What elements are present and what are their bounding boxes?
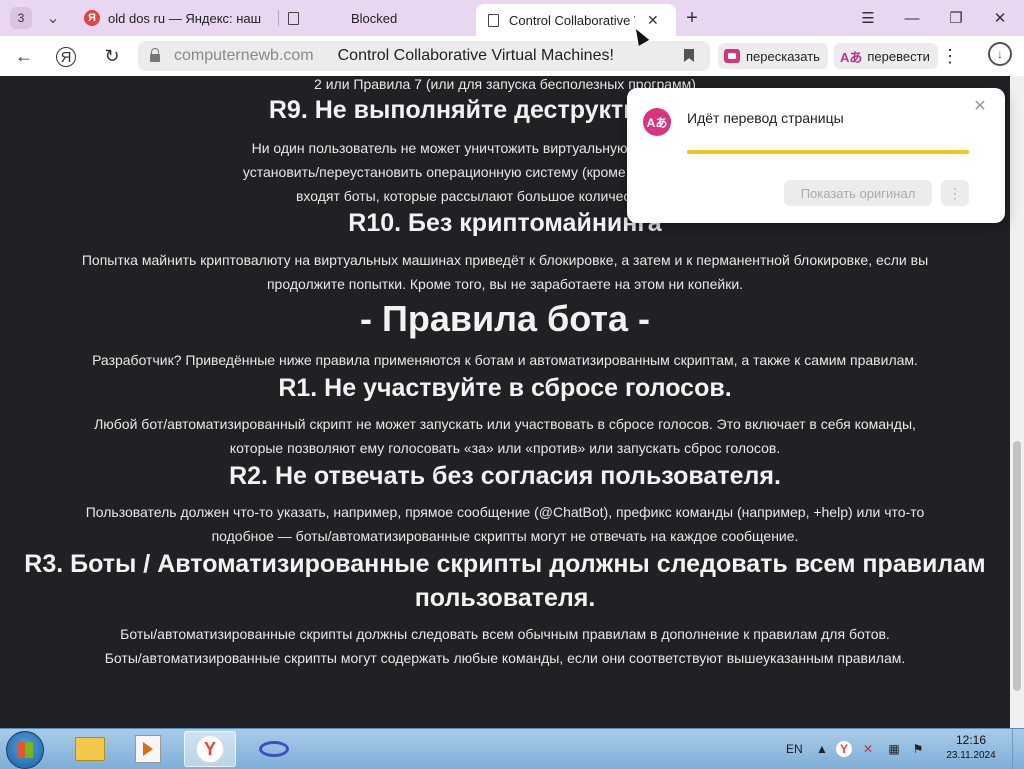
network-icon[interactable]: ▦ — [886, 741, 902, 757]
bookmark-icon[interactable] — [684, 49, 694, 62]
tray-arrow-icon[interactable]: ▲ — [814, 741, 830, 757]
yandex-icon: Я — [84, 10, 100, 26]
paragraph-bot-rules-intro: Разработчик? Приведённые ниже правила пр… — [92, 352, 918, 368]
language-indicator[interactable]: EN — [786, 729, 803, 769]
infinity-app-icon — [259, 741, 289, 757]
yandex-logo-icon[interactable]: Я — [56, 47, 76, 67]
taskbar-media-player[interactable] — [122, 731, 174, 767]
address-bar[interactable]: computernewb.com Control Collaborative V… — [138, 41, 710, 71]
heading-r1: R1. Не участвуйте в сбросе голосов. — [278, 374, 732, 402]
translation-progress-bar — [687, 150, 969, 154]
tab-strip: 3 ⌄ Я old dos ru — Яндекс: наш Blocked C… — [0, 0, 1024, 36]
minimize-button[interactable]: — — [902, 8, 922, 28]
taskbar-yandex-browser[interactable]: Y — [184, 731, 236, 767]
close-window-button[interactable]: ✕ — [990, 8, 1010, 28]
yandex-tray-icon[interactable]: Y — [836, 741, 852, 757]
progress-fill — [687, 150, 969, 154]
paragraph-r10-line2: продолжите попытки. Кроме того, вы не за… — [266, 276, 744, 292]
url-page-title: Control Collaborative Virtual Machines! — [337, 47, 614, 64]
paragraph-r3-line1: Боты/автоматизированные скрипты должны с… — [120, 626, 890, 642]
paragraph-r1-line1: Любой бот/автоматизированный скрипт не м… — [94, 416, 916, 432]
close-icon[interactable]: ✕ — [972, 98, 988, 115]
lock-icon — [150, 48, 160, 62]
start-button[interactable] — [6, 731, 44, 769]
paragraph-r2-line2: подобное — боты/автоматизированные скрип… — [211, 528, 799, 544]
heading-bot-rules: - Правила бота - — [359, 298, 650, 339]
windows-taskbar: Y EN ▲ Y ✕ ▦ ⚑ 12:16 23.11.2024 — [0, 728, 1024, 769]
more-options-icon[interactable]: ⋮ — [938, 44, 962, 68]
translation-popup: Aあ Идёт перевод страницы ✕ Показать ориг… — [627, 88, 1005, 223]
translate-label: перевести — [867, 48, 930, 64]
paragraph-r10-line1: Попытка майнить криптовалюту на виртуаль… — [81, 252, 929, 268]
translate-button[interactable]: Aあ перевести — [834, 43, 938, 69]
paragraph-r1-line2: которые позволяют ему голосовать «за» ил… — [229, 440, 781, 456]
tab-blocked[interactable]: Blocked — [288, 4, 468, 32]
heading-r3-line1: R3. Боты / Автоматизированные скрипты до… — [24, 550, 986, 578]
tab-label: Control Collaborative V — [509, 12, 635, 28]
tab-yandex-search[interactable]: Я old dos ru — Яндекс: наш — [84, 4, 274, 32]
new-tab-button[interactable]: + — [682, 7, 702, 29]
menu-icon[interactable]: ☰ — [858, 8, 878, 28]
retell-label: пересказать — [746, 48, 820, 64]
chevron-down-icon[interactable]: ⌄ — [42, 7, 64, 29]
document-icon — [488, 13, 499, 27]
scrollbar-thumb[interactable] — [1013, 441, 1021, 691]
reload-icon[interactable]: ↻ — [100, 44, 124, 68]
url-domain: computernewb.com — [174, 47, 314, 64]
tab-label: old dos ru — Яндекс: наш — [108, 10, 262, 26]
clock-time: 12:16 — [955, 733, 987, 747]
retell-icon — [724, 49, 740, 63]
tab-label: Blocked — [351, 10, 398, 26]
tab-counter-button[interactable]: 3 — [10, 7, 32, 29]
popup-more-button[interactable]: ⋮ — [941, 180, 969, 206]
document-icon — [288, 11, 299, 25]
clock-date: 23.11.2024 — [946, 750, 996, 761]
taskbar-app[interactable] — [248, 731, 300, 767]
translate-icon: Aあ — [643, 108, 671, 136]
show-desktop-button[interactable] — [1012, 729, 1024, 769]
paragraph-r2-line1: Пользователь должен что-то указать, напр… — [85, 504, 925, 520]
retell-button[interactable]: пересказать — [718, 43, 828, 69]
popup-title: Идёт перевод страницы — [687, 110, 844, 126]
download-icon[interactable]: ↓ — [988, 42, 1012, 66]
heading-r2: R2. Не отвечать без согласия пользовател… — [229, 462, 781, 490]
volume-muted-icon[interactable]: ✕ — [860, 741, 876, 757]
heading-r3-line2: пользователя. — [414, 584, 596, 612]
tab-divider — [278, 10, 279, 26]
yandex-browser-icon: Y — [196, 735, 224, 763]
media-player-icon — [135, 735, 161, 763]
show-original-button[interactable]: Показать оригинал — [784, 180, 932, 206]
paragraph-r3-line2: Боты/автоматизированные скрипты могут со… — [104, 650, 906, 666]
close-tab-icon[interactable]: ✕ — [647, 12, 659, 29]
tab-control-collaborative[interactable]: Control Collaborative V ✕ — [476, 4, 676, 36]
translate-icon: Aあ — [840, 49, 863, 65]
restore-button[interactable]: ❐ — [946, 8, 966, 28]
back-arrow-icon[interactable]: ← — [12, 44, 36, 68]
folder-icon — [75, 737, 105, 761]
browser-toolbar: ← Я ↻ computernewb.com Control Collabora… — [0, 36, 1024, 77]
flag-icon[interactable]: ⚑ — [910, 741, 926, 757]
taskbar-explorer[interactable] — [64, 731, 116, 767]
system-clock[interactable]: 12:16 23.11.2024 — [936, 732, 1006, 764]
page-scrollbar[interactable] — [1010, 76, 1024, 728]
